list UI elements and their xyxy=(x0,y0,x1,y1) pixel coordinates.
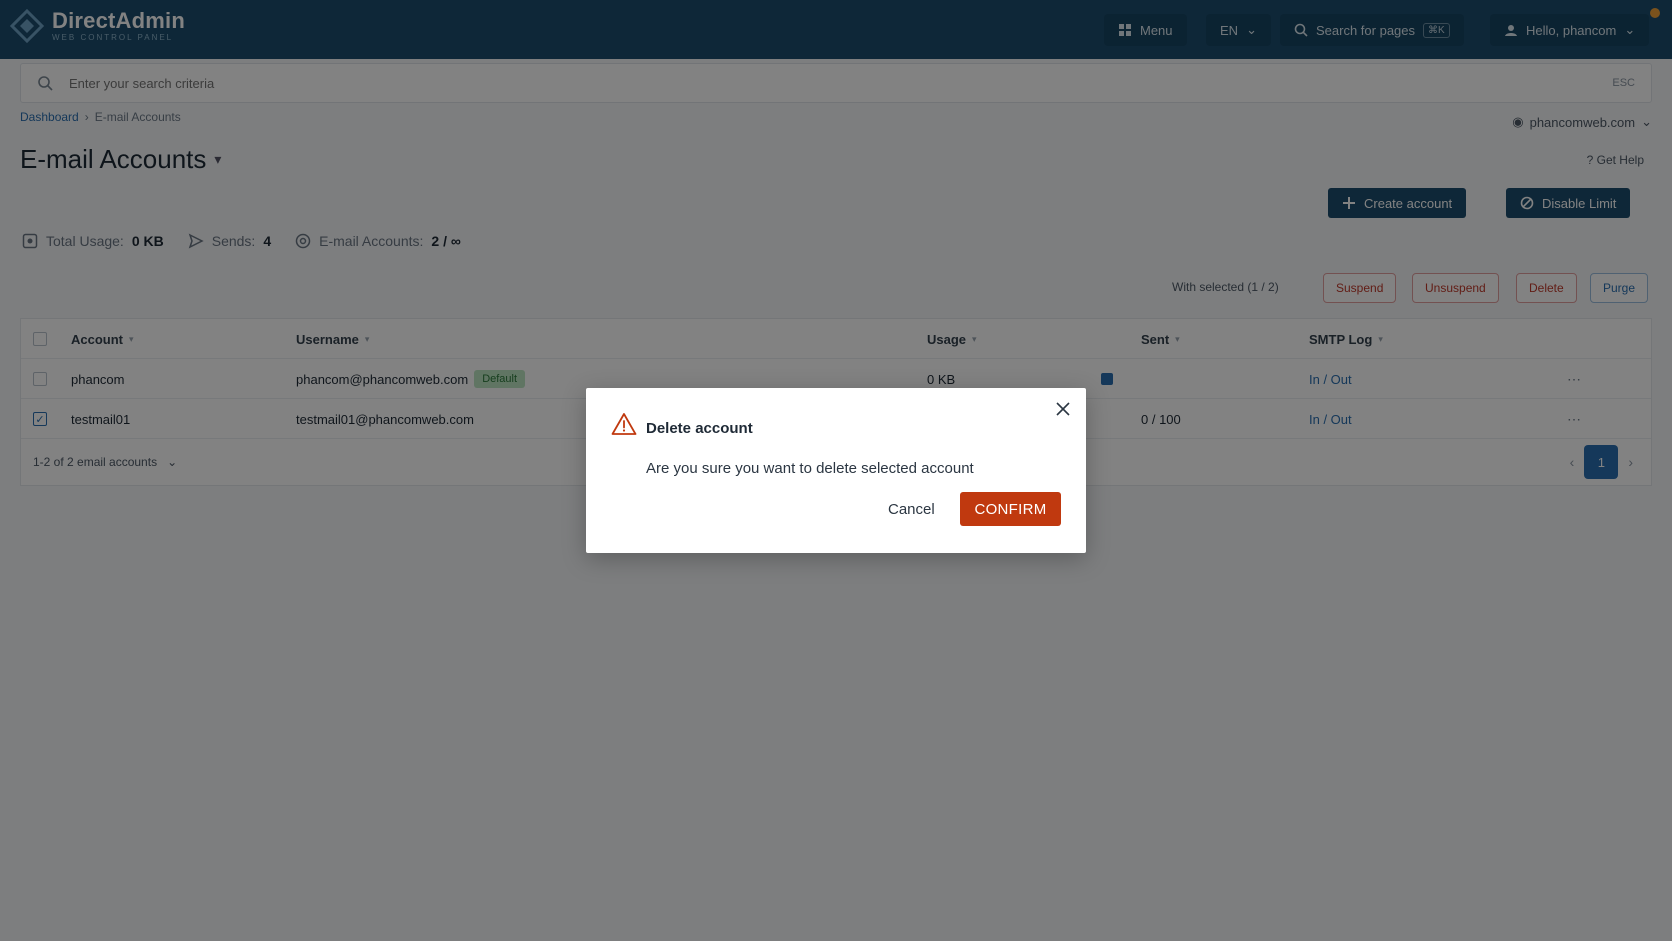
confirm-button[interactable]: CONFIRM xyxy=(960,492,1061,526)
dialog-message: Are you sure you want to delete selected… xyxy=(646,460,974,477)
dialog-title: Delete account xyxy=(646,420,753,437)
cancel-button[interactable]: Cancel xyxy=(876,492,947,526)
warning-icon xyxy=(611,413,637,435)
delete-account-dialog: Delete account Are you sure you want to … xyxy=(586,388,1086,553)
close-icon[interactable] xyxy=(1054,400,1072,418)
